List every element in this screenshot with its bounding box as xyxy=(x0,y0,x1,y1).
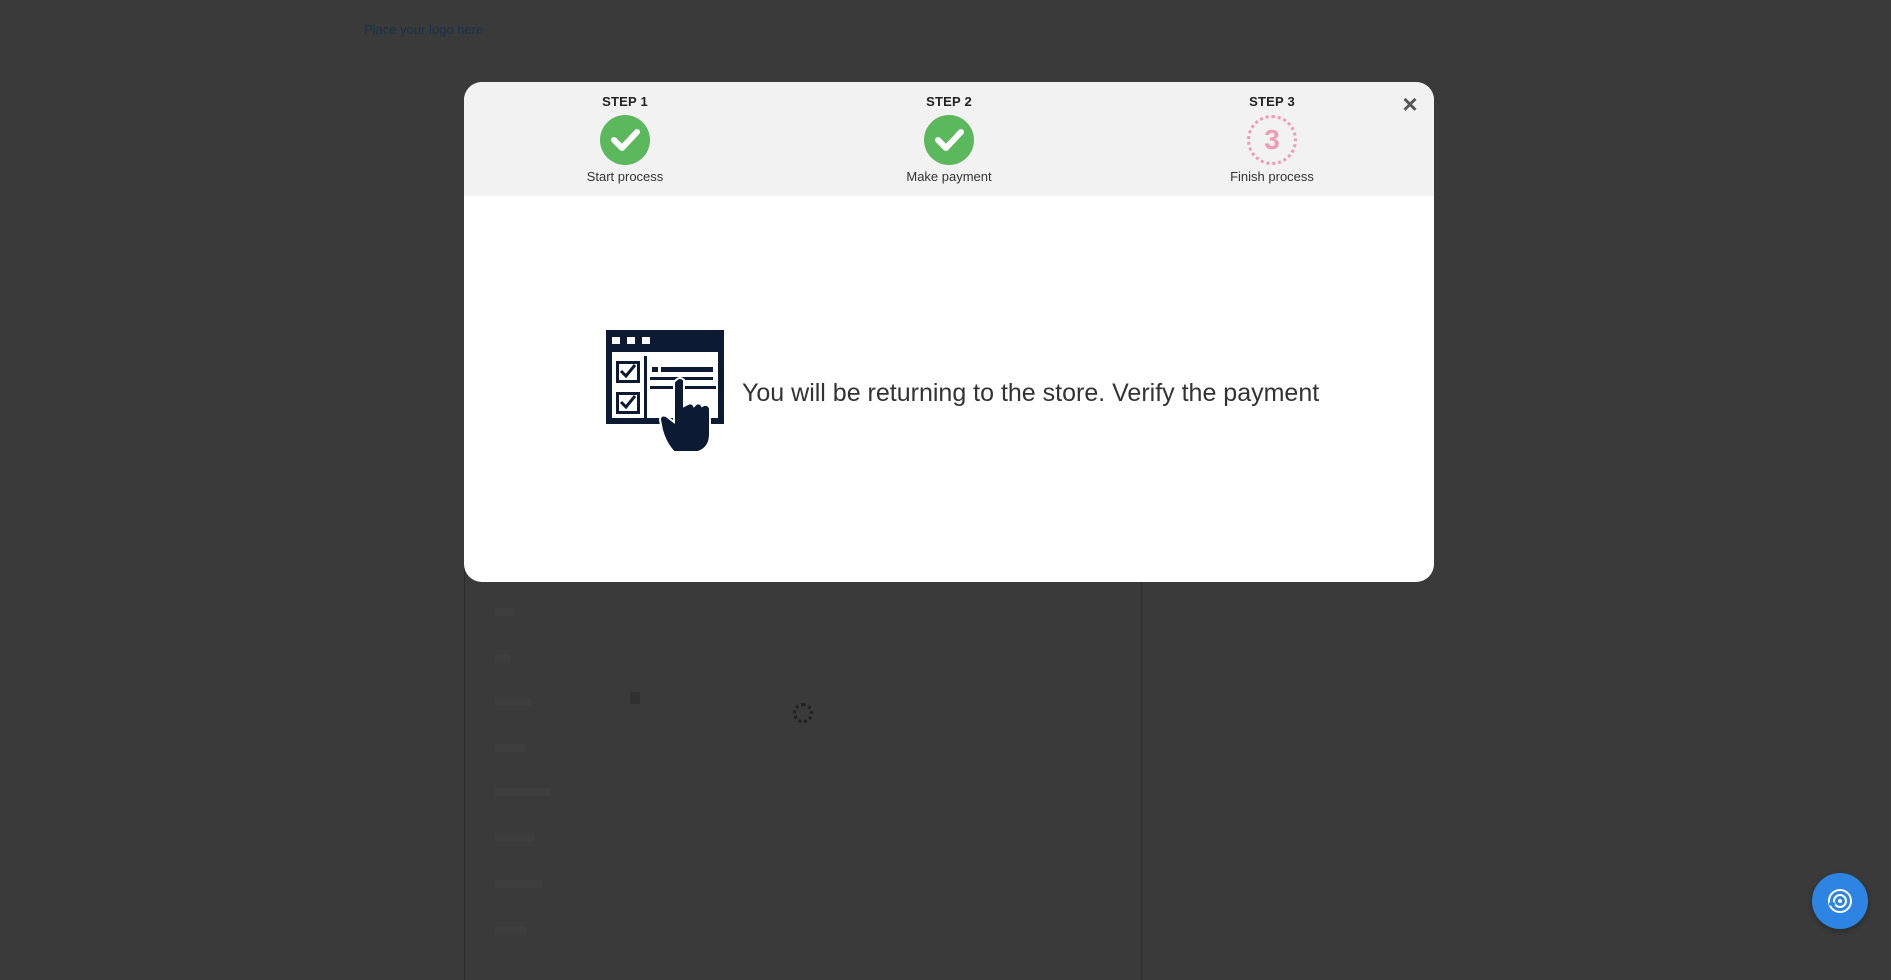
bg-field xyxy=(495,654,511,662)
bg-field xyxy=(495,926,527,934)
steps-progress-bar: STEP 1 Start process STEP 2 Make payment… xyxy=(464,82,1434,196)
bg-field xyxy=(495,698,531,706)
chat-support-button[interactable] xyxy=(1812,873,1868,929)
step-title: STEP 3 xyxy=(1249,94,1295,109)
bg-field xyxy=(495,880,543,888)
loading-spinner-icon xyxy=(793,703,813,723)
chat-support-icon xyxy=(1828,889,1852,913)
bg-field xyxy=(495,788,551,796)
pending-step-number: 3 xyxy=(1247,115,1297,165)
bg-field xyxy=(495,608,515,616)
redirect-message: You will be returning to the store. Veri… xyxy=(606,330,1319,457)
step-label: Make payment xyxy=(906,169,992,184)
redirect-message-text: You will be returning to the store. Veri… xyxy=(742,379,1320,407)
bg-field xyxy=(495,834,535,842)
close-button[interactable]: × xyxy=(1396,90,1424,118)
check-icon xyxy=(600,115,650,165)
step-1: STEP 1 Start process xyxy=(525,82,725,184)
payment-modal: STEP 1 Start process STEP 2 Make payment… xyxy=(464,82,1434,582)
background-form-panel xyxy=(464,560,1142,980)
step-label: Start process xyxy=(586,169,664,184)
step-label: Finish process xyxy=(1230,169,1314,184)
bg-field xyxy=(495,744,525,752)
step-3: STEP 3 3 Finish process xyxy=(1172,82,1372,184)
logo-placeholder[interactable]: Place your logo here xyxy=(364,22,483,37)
step-title: STEP 2 xyxy=(926,94,972,109)
checklist-click-icon xyxy=(606,330,726,457)
step-2: STEP 2 Make payment xyxy=(849,82,1049,184)
check-icon xyxy=(924,115,974,165)
bg-cursor-icon xyxy=(630,692,640,704)
step-title: STEP 1 xyxy=(602,94,648,109)
